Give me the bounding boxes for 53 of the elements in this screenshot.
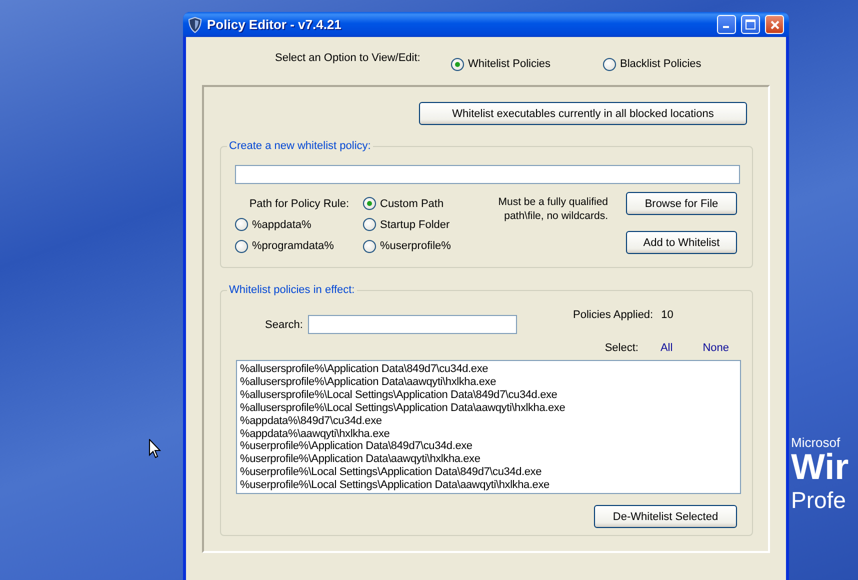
radio-label[interactable]: Blacklist Policies xyxy=(620,58,702,70)
de-whitelist-button[interactable]: De-Whitelist Selected xyxy=(594,505,737,528)
radio-label[interactable]: Custom Path xyxy=(380,198,444,210)
mouse-cursor-icon xyxy=(149,439,161,459)
radio-button[interactable] xyxy=(235,218,248,232)
maximize-button[interactable] xyxy=(741,15,760,34)
wallpaper-logo-text: Microsof xyxy=(791,436,842,449)
policy-item[interactable]: %allusersprofile%\Local Settings\Application Data\aawqyti\hxlkha.exe xyxy=(240,402,737,415)
path-input-field[interactable] xyxy=(235,165,740,184)
radio-label[interactable]: Whitelist Policies xyxy=(468,58,551,70)
policies-applied-count: 10 xyxy=(661,309,674,321)
policy-item[interactable]: %userprofile%\Local Settings\Application Data\aawqyti\hxlkha.exe xyxy=(240,479,737,492)
browse-button[interactable]: Browse for File xyxy=(626,192,737,215)
group-title: Whitelist policies in effect: xyxy=(227,284,357,296)
close-icon xyxy=(770,20,780,30)
policy-item[interactable]: %userprofile%\Local Settings\Application Data\849d7\cu34d.exe xyxy=(240,466,737,480)
policies-applied-label: Policies Applied: xyxy=(573,309,654,321)
path-note: Must be a fully qualified path\file, no wildcards. xyxy=(497,196,608,224)
policy-item[interactable]: %appdata%\aawqyti\hxlkha.exe xyxy=(240,428,737,440)
search-label: Search: xyxy=(265,319,304,331)
group-title: Create a new whitelist policy: xyxy=(227,140,373,152)
wallpaper-logo-text: Wir xyxy=(791,449,849,485)
policy-list[interactable] xyxy=(236,360,741,494)
radio-label[interactable]: %programdata% xyxy=(252,240,334,252)
policy-item[interactable]: %userprofile%\Application Data\aawqyti\hxlkha.exe xyxy=(240,453,737,466)
option-label: Select an Option to View/Edit: xyxy=(275,52,422,64)
wallpaper-logo-text: Profe xyxy=(791,489,847,512)
radio-button[interactable] xyxy=(363,197,376,210)
minimize-button[interactable] xyxy=(717,15,736,34)
select-link[interactable]: All xyxy=(660,342,673,354)
shield-icon xyxy=(188,16,202,32)
close-button[interactable] xyxy=(765,15,784,34)
path-rule-label: Path for Policy Rule: xyxy=(249,198,349,210)
whitelist-all-button[interactable]: Whitelist executables currently in all blocked locations xyxy=(419,102,747,125)
maximize-icon xyxy=(745,19,756,30)
select-link[interactable]: None xyxy=(702,342,729,354)
window-title: Policy Editor - v7.4.21 xyxy=(207,17,342,32)
policy-item[interactable]: %allusersprofile%\Application Data\849d7\cu34d.exe xyxy=(240,363,737,376)
radio-label[interactable]: Startup Folder xyxy=(380,218,450,231)
policy-item[interactable]: %appdata%\849d7\cu34d.exe xyxy=(240,414,737,428)
add-button[interactable]: Add to Whitelist xyxy=(626,231,737,254)
radio-button[interactable] xyxy=(363,218,376,232)
radio-button[interactable] xyxy=(235,240,248,253)
policy-item[interactable]: %allusersprofile%\Application Data\aawqyti\hxlkha.exe xyxy=(240,376,737,389)
radio-label[interactable]: %userprofile% xyxy=(380,240,451,252)
radio-button[interactable] xyxy=(451,58,464,70)
radio-label[interactable]: %appdata% xyxy=(252,218,312,231)
search-field[interactable] xyxy=(308,315,517,334)
policy-item[interactable]: %allusersprofile%\Local Settings\Application Data\849d7\cu34d.exe xyxy=(240,388,737,402)
radio-button[interactable] xyxy=(603,58,616,70)
select-label: Select: xyxy=(604,342,638,354)
radio-button[interactable] xyxy=(363,240,376,253)
policy-item[interactable]: %userprofile%\Application Data\849d7\cu34d.exe xyxy=(240,440,737,454)
